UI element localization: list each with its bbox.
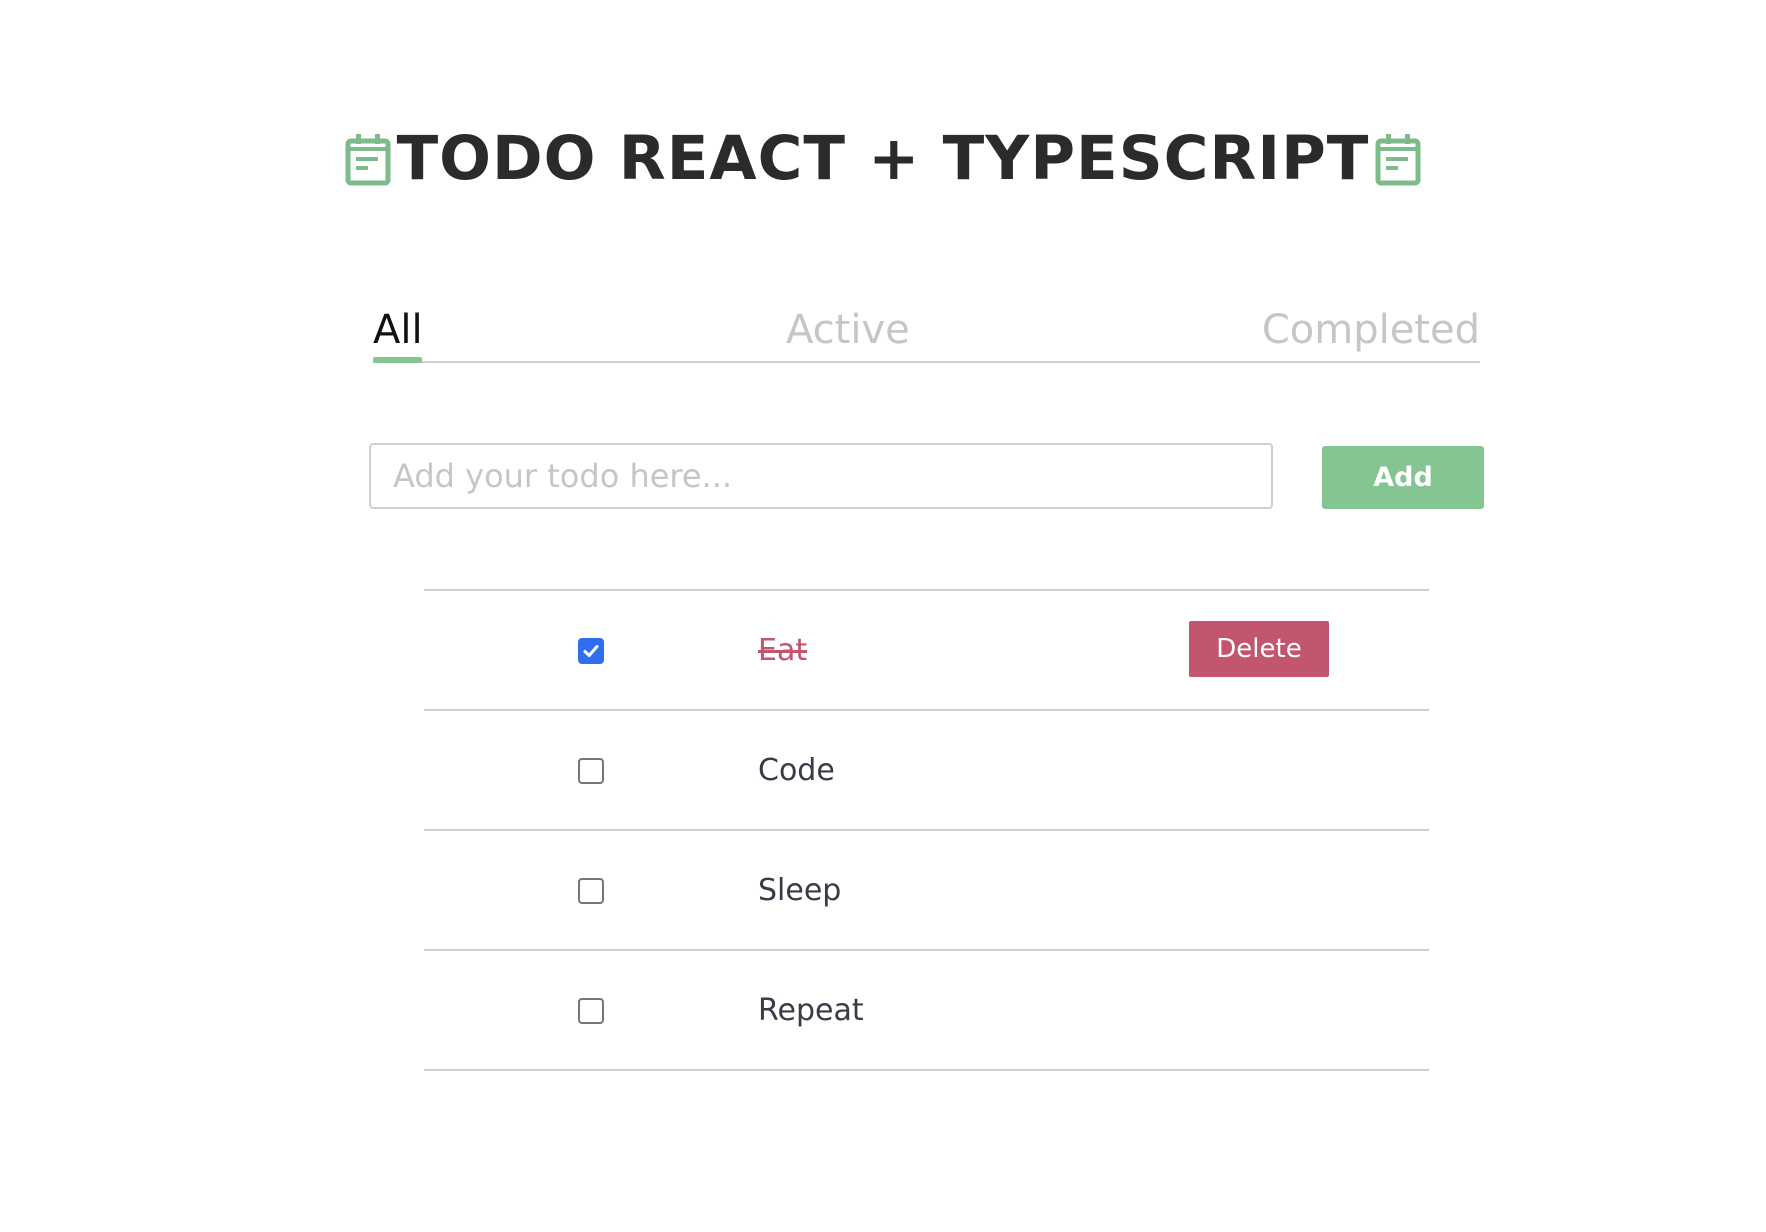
todo-item: Repeat — [424, 951, 1429, 1071]
add-button[interactable]: Add — [1322, 446, 1484, 509]
todo-text: Eat — [758, 633, 808, 668]
todo-item: Code — [424, 711, 1429, 831]
checkmark-icon — [583, 645, 599, 657]
active-tab-indicator — [373, 357, 422, 363]
todo-checkbox[interactable] — [578, 758, 604, 784]
tab-all-label: All — [373, 307, 423, 353]
calendar-icon — [1373, 131, 1423, 187]
calendar-icon — [343, 131, 393, 187]
page-title: TODO REACT + TYPESCRIPT — [396, 123, 1370, 194]
filter-tabs: All Active Completed — [373, 305, 1480, 363]
todo-checkbox[interactable] — [578, 638, 604, 664]
app-header: TODO REACT + TYPESCRIPT — [0, 128, 1766, 189]
todo-item: Eat Delete — [424, 591, 1429, 711]
todo-text: Sleep — [758, 873, 842, 908]
tab-completed[interactable]: Completed — [1262, 305, 1480, 355]
todo-text: Repeat — [758, 993, 864, 1028]
todo-list: Eat Delete Code Sleep Repeat — [424, 589, 1429, 1071]
tab-all[interactable]: All — [373, 305, 423, 355]
todo-checkbox[interactable] — [578, 878, 604, 904]
todo-item: Sleep — [424, 831, 1429, 951]
delete-button[interactable]: Delete — [1189, 621, 1329, 677]
todo-text: Code — [758, 753, 835, 788]
tab-completed-label: Completed — [1261, 307, 1480, 353]
todo-checkbox[interactable] — [578, 998, 604, 1024]
tab-active-label: Active — [786, 307, 910, 353]
todo-input[interactable] — [369, 443, 1273, 509]
tab-active[interactable]: Active — [786, 305, 910, 355]
